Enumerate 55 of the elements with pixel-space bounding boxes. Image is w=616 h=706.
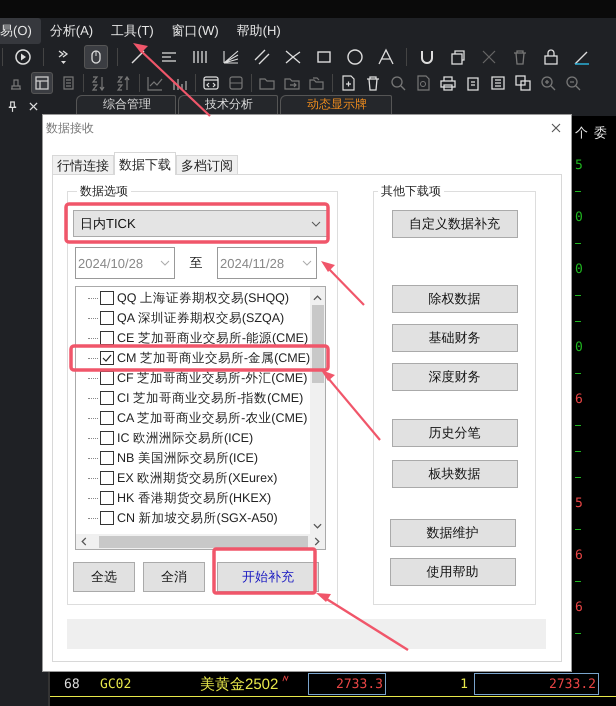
table-cell: 0 <box>575 210 583 224</box>
table-cell: 6 <box>575 548 583 562</box>
list-item[interactable]: QQ 上海证券期权交易(SHQQ) <box>117 290 290 306</box>
date-picker[interactable]: 2024/11/28 <box>217 247 317 279</box>
row-number: 68 <box>64 676 81 692</box>
group-title: 其他下载项 <box>380 183 442 200</box>
type-dropdown[interactable]: 日内TICK <box>73 210 328 237</box>
menu-item[interactable]: 易(O) <box>0 18 41 44</box>
list-item[interactable]: CF 芝加哥商业交易所-外汇(CME) <box>117 370 308 386</box>
column-header: 个 <box>575 124 588 142</box>
dialog-button[interactable]: 板块数据 <box>392 460 518 488</box>
group-title: 数据选项 <box>79 183 129 200</box>
list-item[interactable]: IC 欧洲洲际交易所(ICE) <box>117 430 254 446</box>
table-cell-text: 1 <box>459 676 469 692</box>
table-cell: 6 <box>575 600 583 614</box>
dialog-button[interactable]: 全选 <box>73 562 135 592</box>
list-item[interactable]: CN 新加坡交易所(SGX-A50) <box>117 510 278 526</box>
table-cell: 2733.2 <box>474 673 599 695</box>
dialog-button[interactable]: 全消 <box>143 562 205 592</box>
list-item[interactable]: HK 香港期货交易所(HKEX) <box>117 490 272 506</box>
document-tab[interactable]: 综合管理 <box>76 95 176 116</box>
table-cell: 0 <box>575 340 583 354</box>
menu-item[interactable]: 工具(T) <box>102 18 163 44</box>
table-cell-text: GC02 <box>100 676 132 692</box>
table-cell: 6 <box>575 392 583 406</box>
tab[interactable]: 数据下载 <box>114 152 176 175</box>
list-item[interactable]: NB 美国洲际交易所(ICE) <box>117 450 258 466</box>
list-item[interactable]: CA 芝加哥商业交易所-农业(CME) <box>117 410 308 426</box>
date-separator: 至 <box>188 254 204 272</box>
dialog-button[interactable]: 深度财务 <box>392 363 518 391</box>
table-cell: 5 <box>575 496 583 510</box>
menu-item[interactable]: 窗口(W) <box>162 18 228 44</box>
table-cell: 0 <box>575 262 583 276</box>
list-item[interactable]: CI 芝加哥商业交易所-指数(CME) <box>117 390 304 406</box>
dialog-button[interactable]: 除权数据 <box>392 285 518 313</box>
table-cell-text: 美黄金2502 <box>200 674 280 694</box>
date-picker[interactable]: 2024/10/28 <box>75 247 175 279</box>
dialog-button[interactable]: 自定义数据补充 <box>392 210 518 238</box>
menu-item[interactable]: 分析(A) <box>40 18 102 44</box>
table-cell: 2733.3 <box>308 673 386 695</box>
dialog-button[interactable]: 开始补充 <box>217 562 319 592</box>
tab[interactable]: 多档订阅 <box>176 155 238 174</box>
column-header: 委 <box>594 124 607 142</box>
dialog-button[interactable]: 数据维护 <box>390 519 516 547</box>
document-tab[interactable]: 动态显示牌 <box>280 95 392 116</box>
tab[interactable]: 行情连接 <box>52 155 114 174</box>
menu-item[interactable]: 帮助(H) <box>228 18 290 44</box>
dialog-button[interactable]: 使用帮助 <box>390 558 516 586</box>
list-item[interactable]: CE 芝加哥商业交易所-能源(CME) <box>117 330 308 346</box>
window-title: 数据接收 <box>46 120 94 136</box>
dialog-button[interactable]: 历史分笔 <box>392 419 518 447</box>
dialog-button[interactable]: 基础财务 <box>392 324 518 352</box>
list-item[interactable]: EX 欧洲期货交易所(XEurex) <box>117 470 278 486</box>
table-cell: 5 <box>575 158 583 172</box>
list-item[interactable]: QA 深圳证券期权交易(SZQA) <box>117 310 284 326</box>
